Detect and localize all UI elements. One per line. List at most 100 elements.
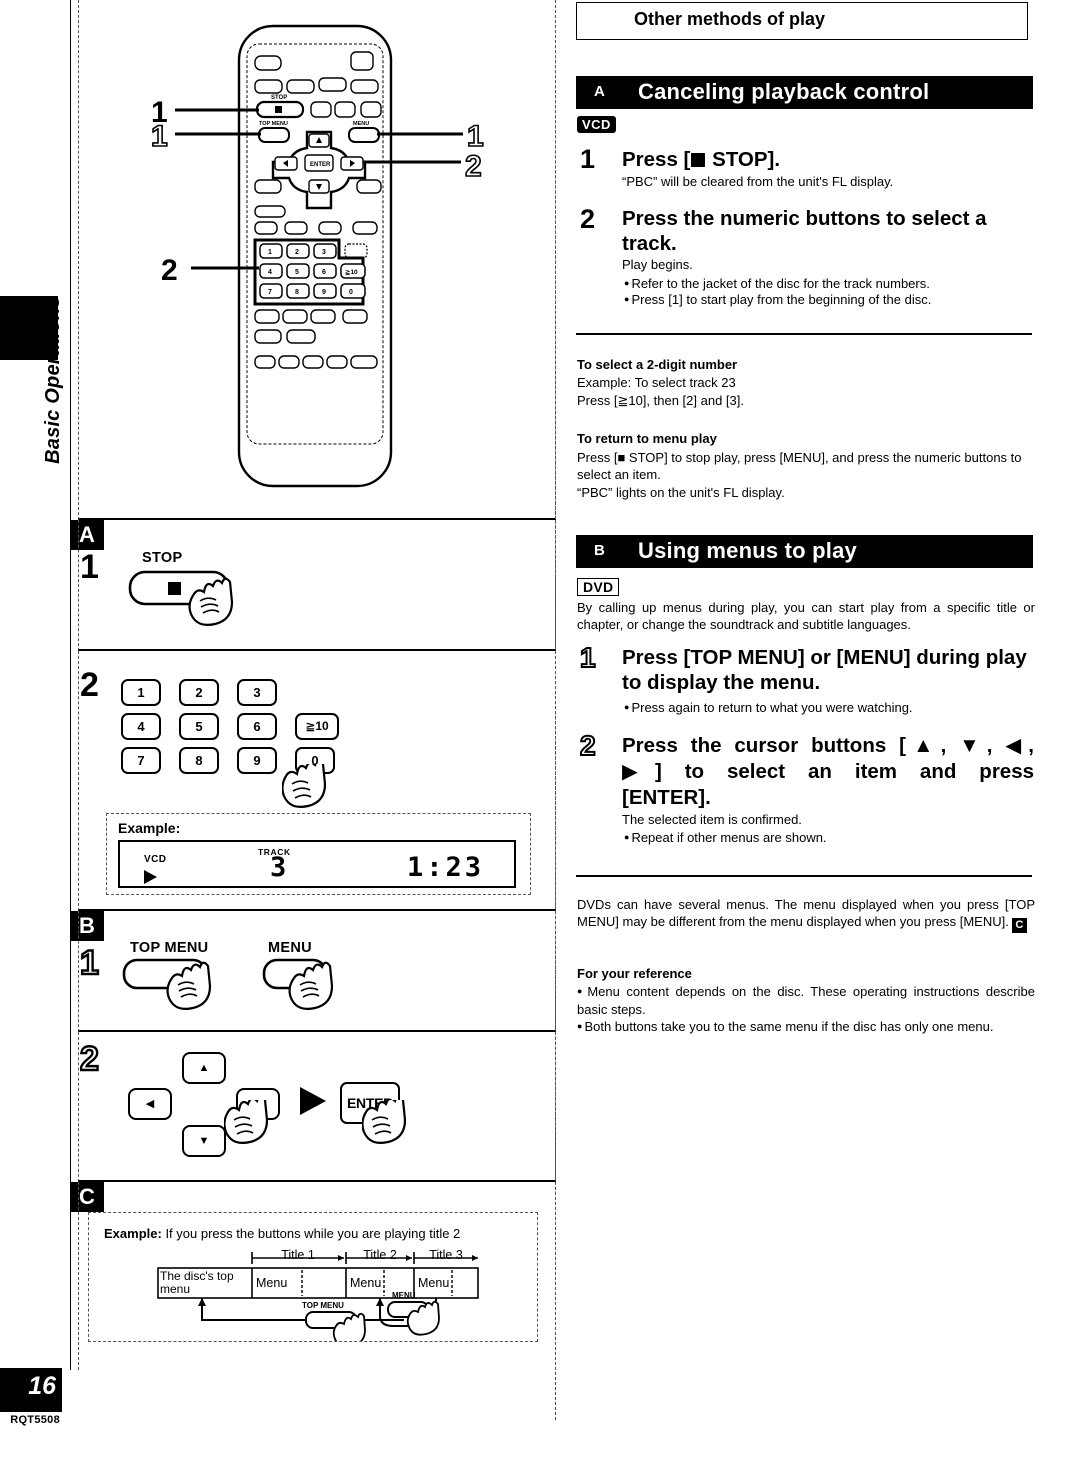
section-b-title: Using menus to play xyxy=(638,538,857,563)
top-menu-button-label: TOP MENU xyxy=(130,940,209,956)
note-line: Press [≧10], then [2] and [3]. xyxy=(577,393,744,408)
step-heading: Press the numeric buttons to select a tr… xyxy=(622,207,987,255)
svg-text:9: 9 xyxy=(322,289,326,296)
section-a-title: Canceling playback control xyxy=(638,79,930,104)
svg-text:1: 1 xyxy=(151,120,168,153)
step-heading-line1: Press the cursor buttons [▲, ▼, ◀, xyxy=(622,734,1034,757)
pointing-hand-icon xyxy=(362,1100,407,1144)
section-a-letter: A xyxy=(594,83,605,100)
disc-top-menu-cell: The disc's top menu xyxy=(160,1269,234,1296)
section-b-bar: B Using menus to play xyxy=(576,535,1033,568)
step-heading: Press [ STOP]. xyxy=(622,147,1022,172)
step-heading: Press [TOP MENU] or [MENU] during play t… xyxy=(622,646,1027,694)
menu-cell: Menu xyxy=(350,1276,382,1290)
svg-text:3: 3 xyxy=(322,249,326,256)
svg-text:2: 2 xyxy=(465,150,482,183)
footer-paragraph: DVDs can have several menus. The menu di… xyxy=(577,897,1035,933)
dvd-badge: DVD xyxy=(577,578,620,596)
num-key[interactable]: 4 xyxy=(121,713,161,740)
svg-text:6: 6 xyxy=(322,269,326,276)
step-number: 1 xyxy=(80,548,99,586)
note-title: To select a 2-digit number xyxy=(577,357,738,372)
fl-display: VCD TRACK 3 1:23 xyxy=(118,840,516,888)
num-key[interactable]: 5 xyxy=(179,713,219,740)
step-number: 2 xyxy=(80,666,99,704)
num-key[interactable]: 9 xyxy=(237,747,277,774)
stop-button-illustration xyxy=(128,570,234,626)
panel-c-example-caption: Example: If you press the buttons while … xyxy=(104,1226,460,1241)
svg-text:7: 7 xyxy=(268,289,272,296)
cursor-down-key[interactable]: ▼ xyxy=(182,1125,226,1157)
page-title: Other methods of play xyxy=(634,9,826,29)
step-heading-suffix: STOP]. xyxy=(706,148,781,171)
cursor-up-key[interactable]: ▲ xyxy=(182,1052,226,1084)
cursor-left-key[interactable]: ◀ xyxy=(128,1088,172,1120)
menu-cell: Menu xyxy=(256,1276,288,1290)
step-number: 1 xyxy=(579,642,597,673)
num-key[interactable]: 2 xyxy=(179,679,219,706)
step-number: 2 xyxy=(79,1040,100,1078)
title-label: Title 3 xyxy=(429,1248,463,1262)
step-number: 1 xyxy=(580,144,596,174)
remote-control-diagram: STOP TOP MENU MENU ENTER 1 2 3 4 5 6 ≧10… xyxy=(150,24,484,488)
reference-c-badge: C xyxy=(1011,917,1027,933)
reference-bullet: Menu content depends on the disc. These … xyxy=(577,984,1035,1018)
section-intro: By calling up menus during play, you can… xyxy=(577,600,1035,632)
top-menu-button-illustration xyxy=(122,958,212,1010)
num-key[interactable]: 6 xyxy=(237,713,277,740)
pointing-hand-icon xyxy=(224,1100,269,1144)
svg-text:TOP MENU: TOP MENU xyxy=(259,121,288,127)
svg-text:1: 1 xyxy=(268,249,272,256)
title-label: Title 2 xyxy=(363,1248,397,1262)
remote-illustration-panel: STOP TOP MENU MENU ENTER 1 2 3 4 5 6 ≧10… xyxy=(78,0,556,520)
num-key[interactable]: 7 xyxy=(121,747,161,774)
menu-button-illustration xyxy=(262,958,334,1010)
step-sub: The selected item is confirmed. xyxy=(622,812,802,827)
flow-arrow-icon xyxy=(300,1087,326,1115)
reference-title: For your reference xyxy=(577,966,692,981)
svg-text:TOP MENU: TOP MENU xyxy=(302,1301,344,1310)
menu-button-label: MENU xyxy=(268,940,312,956)
fl-vcd-indicator: VCD xyxy=(144,854,167,865)
note-line: “PBC” lights on the unit's FL display. xyxy=(577,485,785,500)
num-key[interactable]: 8 xyxy=(179,747,219,774)
num-key-gte10[interactable]: ≧10 xyxy=(295,713,339,740)
stop-square-icon xyxy=(691,153,706,167)
svg-text:2: 2 xyxy=(161,254,178,287)
svg-text:1: 1 xyxy=(467,120,484,153)
step-heading-line2: ▶] to select an item and press xyxy=(622,760,1034,783)
step-number: 2 xyxy=(580,204,596,234)
menu-cell: Menu xyxy=(418,1276,450,1290)
num-key[interactable]: 3 xyxy=(237,679,277,706)
footer-paragraph-text: DVDs can have several menus. The menu di… xyxy=(577,897,1035,929)
vcd-badge: VCD xyxy=(577,116,616,133)
step-bullet: Refer to the jacket of the disc for the … xyxy=(624,276,1032,294)
svg-text:2: 2 xyxy=(295,249,299,256)
num-key[interactable]: 1 xyxy=(121,679,161,706)
svg-text:≧10: ≧10 xyxy=(345,269,358,276)
step-number: 1 xyxy=(79,944,100,982)
example-bold-label: Example: xyxy=(104,1226,162,1241)
example-caption-text: If you press the buttons while you are p… xyxy=(165,1226,461,1241)
example-label: Example: xyxy=(118,820,181,836)
fl-track-number: 3 xyxy=(270,852,288,883)
step-bullet: Press again to return to what you were w… xyxy=(624,700,1032,718)
page-number: 16 xyxy=(28,1372,56,1400)
step-bullet: Press [1] to start play from the beginni… xyxy=(624,292,1032,310)
svg-text:0: 0 xyxy=(349,289,353,296)
svg-text:STOP: STOP xyxy=(271,95,287,101)
svg-text:ENTER: ENTER xyxy=(310,162,331,168)
title-label: Title 1 xyxy=(281,1248,315,1262)
divider xyxy=(576,333,1032,335)
svg-text:MENU: MENU xyxy=(353,121,369,127)
note-title: To return to menu play xyxy=(577,431,717,446)
step-sub: Play begins. xyxy=(622,257,693,272)
step-number: 2 xyxy=(579,730,597,761)
divider xyxy=(576,875,1032,877)
note-line: Press [■ STOP] to stop play, press [MENU… xyxy=(577,450,1022,482)
manual-page: Basic Operations 16 RQT5508 Other method… xyxy=(0,0,1080,1460)
reference-bullet: Both buttons take you to the same menu i… xyxy=(577,1019,1035,1037)
doc-code: RQT5508 xyxy=(10,1414,60,1426)
note-line: Example: To select track 23 xyxy=(577,375,736,390)
section-a-bar: A Canceling playback control xyxy=(576,76,1033,109)
